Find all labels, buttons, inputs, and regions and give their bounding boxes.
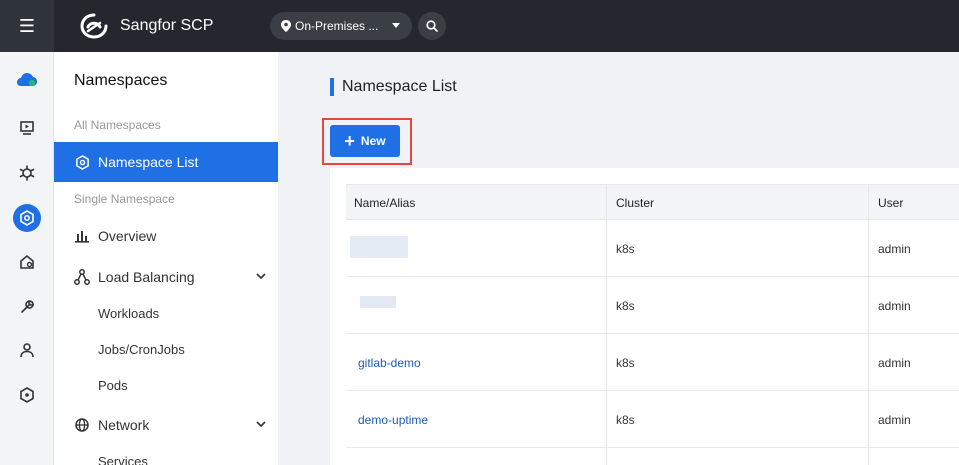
sangfor-logo-icon	[80, 13, 108, 39]
namespace-icon	[74, 154, 90, 170]
helm-icon[interactable]	[13, 159, 41, 187]
namespace-icon[interactable]	[13, 204, 41, 232]
column-divider	[606, 184, 607, 465]
cloud-icon[interactable]	[13, 66, 41, 94]
new-namespace-button[interactable]: + New	[330, 125, 400, 157]
app-name: Sangfor SCP	[120, 17, 214, 34]
environment-select[interactable]: On-Premises ...	[270, 12, 412, 40]
column-header-cluster[interactable]: Cluster	[616, 185, 654, 221]
search-button[interactable]	[418, 12, 446, 40]
sidenav-title: Namespaces	[74, 72, 168, 89]
cluster-cell: k8s	[616, 298, 635, 313]
nav-item-load-balancing[interactable]: Load Balancing	[54, 257, 278, 297]
namespace-name-link[interactable]: demo-uptime	[358, 391, 428, 448]
brand[interactable]: Sangfor SCP	[80, 13, 213, 39]
nav-sub-jobs-cronjobs[interactable]: Jobs/CronJobs	[98, 342, 185, 357]
plus-icon: +	[344, 131, 355, 151]
side-navigation: Namespaces All Namespaces Namespace List…	[54, 52, 278, 465]
nav-group-all-namespaces: All Namespaces	[74, 118, 161, 132]
load-balancing-icon	[74, 269, 90, 285]
chevron-down-icon	[256, 421, 266, 428]
icon-rail	[0, 52, 54, 465]
new-button-label: New	[360, 134, 386, 148]
redacted-name	[350, 236, 408, 258]
nav-group-single-namespace: Single Namespace	[74, 192, 175, 206]
user-cell: admin	[878, 298, 911, 313]
page-title: Namespace List	[342, 78, 457, 95]
nav-sub-services[interactable]: Services	[98, 454, 148, 465]
search-icon	[426, 20, 438, 32]
title-accent-bar	[330, 78, 334, 96]
home-settings-icon[interactable]	[13, 248, 41, 276]
user-cell: admin	[878, 412, 911, 427]
nav-sub-workloads[interactable]: Workloads	[98, 306, 159, 321]
monitor-icon[interactable]	[13, 114, 41, 142]
nav-item-namespace-list[interactable]: Namespace List	[54, 142, 278, 182]
location-pin-icon	[281, 20, 291, 32]
nav-item-overview[interactable]: Overview	[54, 216, 278, 256]
nav-item-label: Load Balancing	[98, 269, 195, 285]
nav-item-network[interactable]: Network	[54, 405, 278, 445]
namespace-name-link[interactable]: gitlab-demo	[358, 334, 421, 391]
column-divider	[868, 184, 869, 465]
cluster-cell: k8s	[616, 355, 635, 370]
chevron-down-icon	[392, 23, 400, 28]
redacted-name	[360, 296, 396, 308]
column-header-name[interactable]: Name/Alias	[354, 185, 415, 221]
environment-select-value: On-Premises ...	[295, 19, 379, 33]
cluster-cell: k8s	[616, 241, 635, 256]
globe-icon	[74, 417, 90, 433]
bar-chart-icon	[74, 228, 90, 244]
nav-sub-pods[interactable]: Pods	[98, 378, 128, 393]
cluster-cell: k8s	[616, 412, 635, 427]
top-bar: ☰ Sangfor SCP On-Premises ...	[0, 0, 959, 52]
nav-item-label: Namespace List	[98, 154, 199, 170]
user-cell: admin	[878, 355, 911, 370]
nav-item-label: Network	[98, 417, 150, 433]
user-cell: admin	[878, 241, 911, 256]
user-icon[interactable]	[13, 336, 41, 364]
hexagon-icon[interactable]	[13, 381, 41, 409]
nav-item-label: Overview	[98, 228, 157, 244]
chevron-down-icon	[256, 273, 266, 280]
wrench-icon[interactable]	[13, 293, 41, 321]
hamburger-menu-icon[interactable]: ☰	[0, 0, 54, 52]
column-header-user[interactable]: User	[878, 185, 903, 221]
